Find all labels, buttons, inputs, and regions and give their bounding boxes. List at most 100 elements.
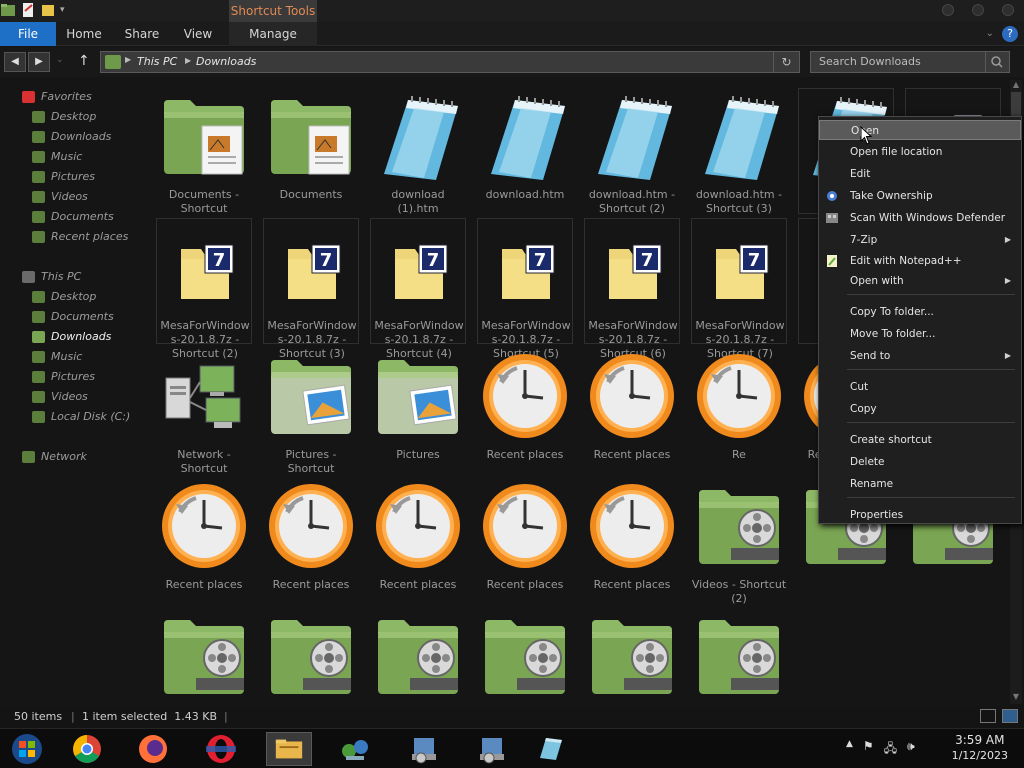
sidebar-item-pc-music[interactable]: Music xyxy=(0,348,150,366)
file-item[interactable]: 7 MesaForWindow s-20.1.8.7z - Shortcut (7… xyxy=(691,218,787,360)
tab-share[interactable]: Share xyxy=(114,22,170,46)
menu-item-cut[interactable]: Cut xyxy=(819,377,1021,397)
file-item[interactable]: download (1).htm xyxy=(370,88,466,215)
file-item[interactable]: 7 MesaForWindow s-20.1.8.7z - Shortcut (6… xyxy=(584,218,680,360)
tab-manage[interactable]: Manage xyxy=(229,22,317,46)
menu-item-create-shortcut[interactable]: Create shortcut xyxy=(819,430,1021,450)
sidebar-item-pc-local-disk-c-[interactable]: Local Disk (C:) xyxy=(0,408,150,426)
chrome-icon[interactable] xyxy=(64,732,110,766)
menu-item-rename[interactable]: Rename xyxy=(819,474,1021,494)
file-item[interactable] xyxy=(370,608,466,702)
sidebar-item-pc-documents[interactable]: Documents xyxy=(0,308,150,326)
tab-home[interactable]: Home xyxy=(58,22,110,46)
large-icons-view-icon[interactable] xyxy=(1002,709,1018,723)
menu-item-scan-with-windows-defender[interactable]: Scan With Windows Defender xyxy=(819,208,1021,228)
firefox-icon[interactable] xyxy=(130,732,176,766)
file-item[interactable]: Re xyxy=(691,348,787,474)
file-item[interactable]: Documents xyxy=(263,88,359,214)
win7-start-icon[interactable] xyxy=(4,732,50,766)
scroll-up-icon[interactable]: ▲ xyxy=(1010,80,1022,92)
this-pc-group[interactable]: This PC xyxy=(0,268,150,286)
menu-item-edit-with-notepad[interactable]: Edit with Notepad++ xyxy=(819,251,1021,271)
file-item[interactable]: download.htm - Shortcut (3) xyxy=(691,88,787,215)
file-item[interactable]: Recent places xyxy=(370,478,466,604)
close-button[interactable] xyxy=(1002,4,1014,16)
file-item[interactable]: Pictures xyxy=(370,348,466,474)
address-bar[interactable]: ▶ This PC ▶ Downloads ↻ xyxy=(100,51,800,73)
properties-icon[interactable] xyxy=(20,2,36,18)
file-item[interactable]: Recent places xyxy=(584,348,680,474)
menu-item-copy[interactable]: Copy xyxy=(819,399,1021,419)
file-item[interactable]: download.htm - Shortcut (2) xyxy=(584,88,680,215)
maximize-button[interactable] xyxy=(972,4,984,16)
breadcrumb-downloads[interactable]: Downloads xyxy=(196,55,256,68)
sidebar-item-fav-music[interactable]: Music xyxy=(0,148,150,166)
network-status-icon[interactable]: 🖧 xyxy=(884,739,897,760)
file-item[interactable] xyxy=(691,608,787,702)
refresh-icon[interactable]: ↻ xyxy=(773,52,799,72)
minimize-button[interactable] xyxy=(942,4,954,16)
file-item[interactable]: 7 MesaForWindow s-20.1.8.7z - Shortcut (5… xyxy=(477,218,573,360)
sidebar-item-fav-downloads[interactable]: Downloads xyxy=(0,128,150,146)
menu-item-7-zip[interactable]: 7-Zip ▶ xyxy=(819,230,1021,250)
favorites-group[interactable]: Favorites xyxy=(0,88,150,106)
file-item[interactable] xyxy=(584,608,680,702)
search-input[interactable]: Search Downloads xyxy=(810,51,1010,73)
menu-item-move-to-folder[interactable]: Move To folder... xyxy=(819,324,1021,344)
file-item[interactable]: 7 MesaForWindow s-20.1.8.7z - Shortcut (2… xyxy=(156,218,252,360)
help-icon[interactable]: ? xyxy=(1002,26,1018,42)
sidebar-item-pc-pictures[interactable]: Pictures xyxy=(0,368,150,386)
menu-item-open[interactable]: Open xyxy=(819,120,1021,140)
sidebar-item-pc-videos[interactable]: Videos xyxy=(0,388,150,406)
file-item[interactable] xyxy=(156,608,252,702)
file-item[interactable] xyxy=(263,608,359,702)
scroll-down-icon[interactable]: ▼ xyxy=(1010,692,1022,704)
opera-icon[interactable] xyxy=(198,732,244,766)
explorer-icon[interactable] xyxy=(266,732,312,766)
menu-item-edit[interactable]: Edit xyxy=(819,164,1021,184)
tab-view[interactable]: View xyxy=(172,22,224,46)
search-icon[interactable] xyxy=(985,52,1009,72)
file-item[interactable]: Recent places xyxy=(156,478,252,604)
chevron-right-icon[interactable]: ▶ xyxy=(185,56,191,65)
sidebar-item-fav-recent-places[interactable]: Recent places xyxy=(0,228,150,246)
breadcrumb-this-pc[interactable]: This PC xyxy=(137,55,177,68)
network-group[interactable]: Network xyxy=(0,448,150,466)
file-item[interactable]: Documents - Shortcut xyxy=(156,88,252,215)
sidebar-item-fav-videos[interactable]: Videos xyxy=(0,188,150,206)
sidebar-item-fav-pictures[interactable]: Pictures xyxy=(0,168,150,186)
file-item[interactable]: Recent places xyxy=(263,478,359,604)
show-hidden-icons-icon[interactable]: ▲ xyxy=(846,739,853,760)
file-item[interactable]: Recent places xyxy=(477,478,573,604)
file-item[interactable]: Recent places xyxy=(584,478,680,604)
file-item[interactable]: Recent places xyxy=(477,348,573,474)
recent-locations-icon[interactable]: ⌄ xyxy=(56,55,64,65)
menu-item-delete[interactable]: Delete xyxy=(819,452,1021,472)
new-folder-icon[interactable] xyxy=(40,2,56,18)
file-item[interactable]: Videos - Shortcut (2) xyxy=(691,478,787,605)
setup2-icon[interactable] xyxy=(468,732,514,766)
notepad-icon[interactable] xyxy=(528,732,574,766)
setup-icon[interactable] xyxy=(400,732,446,766)
sidebar-item-fav-documents[interactable]: Documents xyxy=(0,208,150,226)
file-item[interactable]: Pictures - Shortcut xyxy=(263,348,359,475)
file-item[interactable]: download.htm xyxy=(477,88,573,214)
details-view-icon[interactable] xyxy=(980,709,996,723)
customize-qat-icon[interactable]: ▾ xyxy=(60,5,65,15)
sidebar-item-fav-desktop[interactable]: Desktop xyxy=(0,108,150,126)
action-center-flag-icon[interactable]: ⚑ xyxy=(863,739,874,760)
tab-file[interactable]: File xyxy=(0,22,56,46)
menu-item-open-with[interactable]: Open with ▶ xyxy=(819,271,1021,291)
menu-item-properties[interactable]: Properties xyxy=(819,505,1021,525)
file-item[interactable]: Network - Shortcut xyxy=(156,348,252,475)
menu-item-take-ownership[interactable]: Take Ownership xyxy=(819,186,1021,206)
sidebar-item-pc-desktop[interactable]: Desktop xyxy=(0,288,150,306)
network-share-icon[interactable] xyxy=(332,732,378,766)
file-item[interactable] xyxy=(477,608,573,702)
menu-item-copy-to-folder[interactable]: Copy To folder... xyxy=(819,302,1021,322)
volume-icon[interactable]: 🕪 xyxy=(907,739,915,760)
file-item[interactable]: 7 MesaForWindow s-20.1.8.7z - Shortcut (3… xyxy=(263,218,359,360)
chevron-down-icon[interactable]: ⌄ xyxy=(986,28,994,39)
up-arrow-icon[interactable]: ↑ xyxy=(78,53,90,69)
back-button[interactable]: ◀ xyxy=(4,52,26,72)
